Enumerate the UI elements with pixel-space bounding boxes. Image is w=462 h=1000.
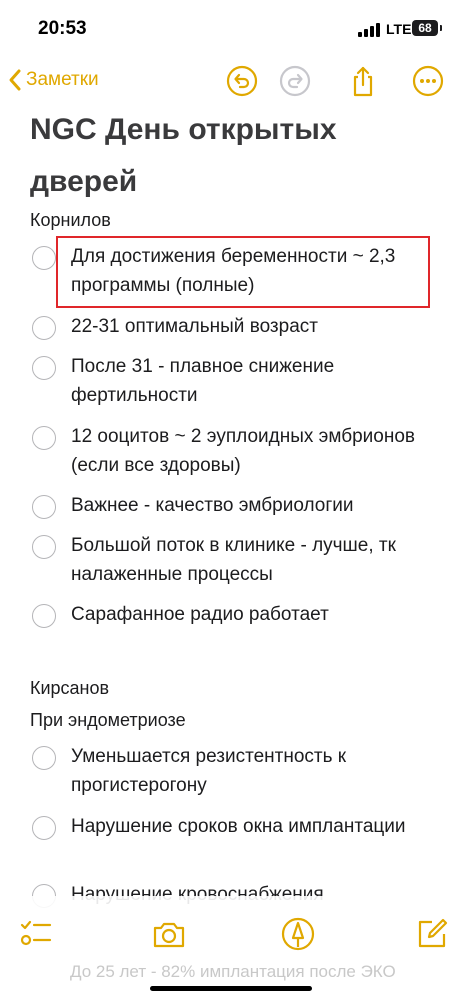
back-button[interactable]: Заметки [8, 68, 99, 92]
checkbox-circle[interactable] [32, 316, 56, 340]
camera-icon[interactable] [151, 916, 187, 952]
checkbox-circle[interactable] [32, 746, 56, 770]
more-icon[interactable] [411, 64, 445, 98]
checkbox-circle[interactable] [32, 426, 56, 450]
checkbox-circle[interactable] [32, 535, 56, 559]
status-bar: 20:53 LTE 68 [0, 0, 462, 60]
section-subheading[interactable]: При эндометриозе [30, 710, 186, 731]
home-indicator[interactable] [150, 986, 312, 991]
network-label: LTE [386, 21, 412, 37]
checklist-item-text[interactable]: 12 ооцитов ~ 2 эуплоидных эмбрионов (есл… [71, 422, 431, 480]
checkbox-circle[interactable] [32, 816, 56, 840]
scrolled-text-below: До 25 лет - 82% имплантация после ЭКО [70, 962, 396, 981]
pen-icon[interactable] [280, 916, 316, 952]
chevron-left-icon [9, 69, 21, 91]
compose-icon[interactable] [414, 916, 450, 952]
battery-tip [440, 25, 442, 31]
undo-icon[interactable] [225, 64, 259, 98]
note-title[interactable]: NGC День открытых дверей [30, 104, 430, 208]
section-heading[interactable]: Корнилов [30, 210, 111, 231]
checklist-item-text[interactable]: Сарафанное радио работает [71, 600, 431, 629]
nav-bar: Заметки [0, 60, 462, 104]
status-time: 20:53 [38, 18, 87, 39]
checklist-icon[interactable] [18, 916, 54, 952]
checkbox-circle[interactable] [32, 246, 56, 270]
checkbox-circle[interactable] [32, 356, 56, 380]
back-label: Заметки [26, 69, 99, 90]
share-icon[interactable] [346, 64, 380, 98]
battery-icon: 68 [412, 20, 438, 36]
checklist-item-text[interactable]: После 31 - плавное снижение фертильности [71, 352, 431, 410]
checklist-item-text[interactable]: 22-31 оптимальный возраст [71, 312, 431, 341]
checklist-item-text[interactable]: Нарушение сроков окна имплантации [71, 812, 431, 841]
checkbox-circle[interactable] [32, 495, 56, 519]
redo-icon[interactable] [278, 64, 312, 98]
checklist-item-text[interactable]: Большой поток в клинике - лучше, тк нала… [71, 531, 431, 589]
section-heading[interactable]: Кирсанов [30, 678, 109, 699]
checklist-item-text[interactable]: Важнее - качество эмбриологии [71, 491, 431, 520]
checkbox-circle[interactable] [32, 604, 56, 628]
checklist-item-text[interactable]: Уменьшается резистентность к прогистерог… [71, 742, 431, 800]
signal-icon [358, 23, 380, 37]
highlight-box [56, 236, 430, 308]
